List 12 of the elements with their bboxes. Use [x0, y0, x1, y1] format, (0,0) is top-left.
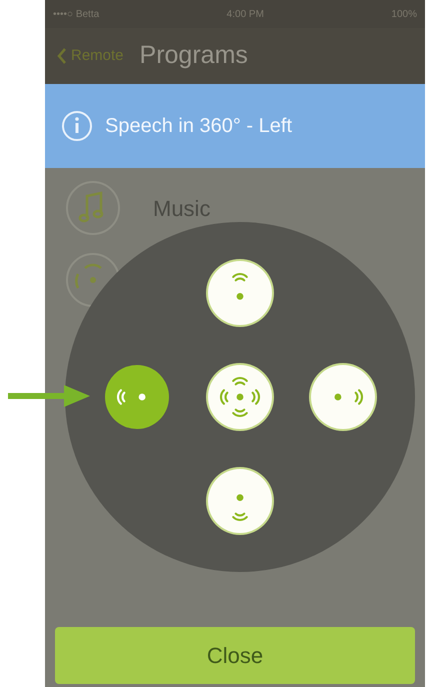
direction-button[interactable]: [208, 365, 272, 429]
screen-title: Programs: [140, 40, 248, 72]
banner-text: Speech in 360° - Left: [105, 114, 292, 139]
back-chevron-icon: [57, 47, 67, 65]
pointer-arrow-icon: [8, 384, 90, 408]
direction-icon: [218, 375, 262, 419]
info-icon: [61, 110, 93, 142]
direction-button[interactable]: [208, 261, 272, 325]
direction-button[interactable]: [208, 469, 272, 533]
direction-button[interactable]: [311, 365, 375, 429]
close-button[interactable]: Close: [55, 627, 415, 684]
music-note-icon: [65, 180, 121, 236]
